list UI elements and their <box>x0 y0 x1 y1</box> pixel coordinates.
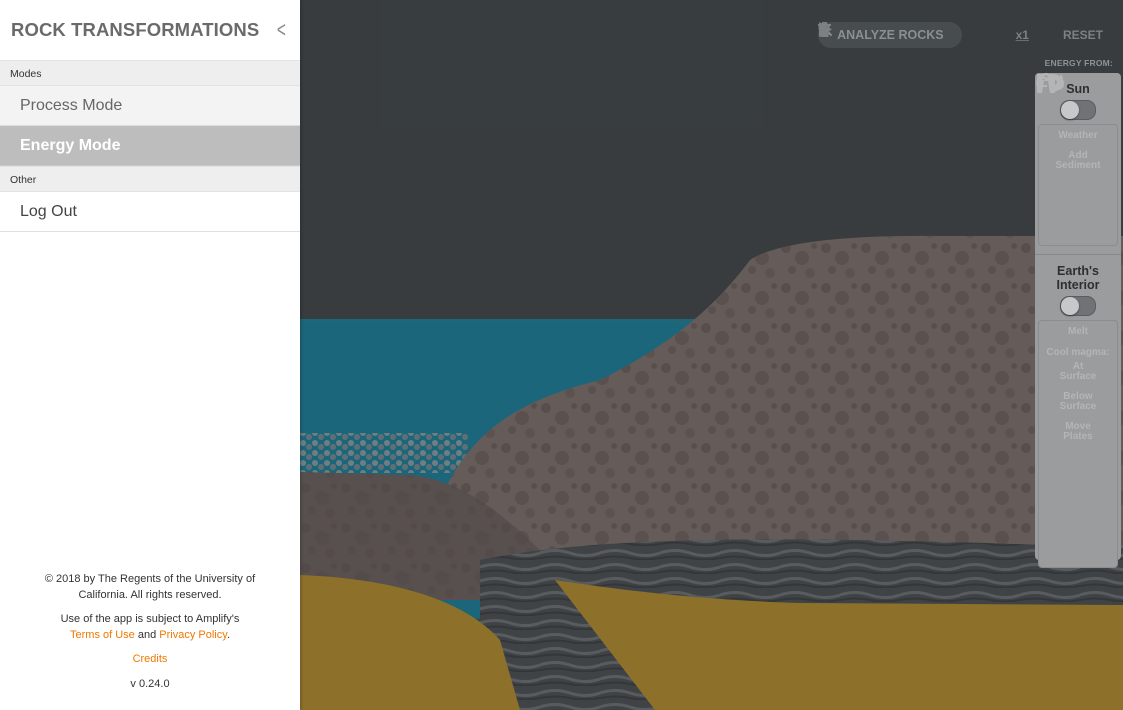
add-sediment-button[interactable]: Add Sediment <box>1037 74 1117 172</box>
scene-toolbar: ANALYZE ROCKS x1 RESET <box>818 22 1103 48</box>
scene-dim-overlay <box>300 0 1123 710</box>
add-sediment-label-2: Sediment <box>1055 160 1101 171</box>
version-text: v 0.24.0 <box>130 677 170 690</box>
cool-at-surface-button[interactable]: At Surface <box>1037 73 1117 383</box>
terms-notice: Use of the app is subject to Amplify's T… <box>0 612 300 643</box>
weather-label: Weather <box>1058 130 1098 141</box>
credits-link[interactable]: Credits <box>0 652 300 668</box>
and-text: and <box>137 628 157 641</box>
speed-button[interactable]: x1 <box>1016 28 1029 42</box>
sun-toggle[interactable] <box>1060 100 1096 120</box>
section-label-modes: Modes <box>0 60 300 86</box>
at-surface-label-2: Surface <box>1059 371 1097 382</box>
app-title: ROCK TRANSFORMATIONS <box>11 19 260 40</box>
analyze-rocks-button[interactable]: ANALYZE ROCKS <box>818 22 962 48</box>
terms-of-use-link[interactable]: Terms of Use <box>70 629 135 641</box>
terms-prefix: Use of the app is subject to Amplify's <box>60 613 240 625</box>
melt-label: Melt <box>1068 326 1088 337</box>
sidebar-item-log-out[interactable]: Log Out <box>0 192 300 232</box>
panel-divider <box>1035 254 1121 255</box>
melt-button[interactable]: Melt <box>1036 74 1117 338</box>
sidebar-item-energy-mode[interactable]: Energy Mode <box>0 126 300 166</box>
cool-below-surface-button[interactable]: Below Surface <box>1037 74 1117 413</box>
interior-toggle[interactable] <box>1060 296 1096 316</box>
sidebar-item-process-mode[interactable]: Process Mode <box>0 86 300 126</box>
energy-panel: Sun Weather Add Sediment Earth's Interio… <box>1035 73 1121 568</box>
cool-magma-label: Cool magma: <box>1046 346 1110 358</box>
weather-button[interactable]: Weather <box>1036 73 1117 142</box>
sun-actions-group: Weather Add Sediment <box>1036 73 1118 246</box>
reset-label: RESET <box>1062 28 1103 42</box>
interior-toggle-knob <box>1061 297 1079 315</box>
collapse-sidebar-icon[interactable]: < <box>277 19 286 41</box>
interior-actions-group: Melt Cool magma: At Surface Below Surfac… <box>1036 73 1118 568</box>
sidebar-header: ROCK TRANSFORMATIONS < <box>0 0 300 60</box>
move-plates-label-2: Plates <box>1063 431 1093 442</box>
rock-scene[interactable]: ANALYZE ROCKS x1 RESET ENERGY FROM: Sun <box>300 0 1123 710</box>
earths-interior-title-1: Earth's <box>1057 264 1099 278</box>
earths-interior-title-2: Interior <box>1056 278 1100 292</box>
period-text: . <box>226 628 230 641</box>
energy-from-heading: ENERGY FROM: <box>1044 58 1113 68</box>
privacy-policy-link[interactable]: Privacy Policy <box>159 629 227 641</box>
earths-interior-title: Earth's Interior <box>1035 264 1121 292</box>
move-plates-label-1: Move <box>1065 420 1091 432</box>
sidebar-footer: © 2018 by The Regents of the University … <box>0 572 300 692</box>
move-plates-button[interactable]: Move Plates <box>1037 74 1117 443</box>
copyright-text: © 2018 by The Regents of the University … <box>44 573 256 601</box>
reset-button[interactable]: RESET <box>818 22 1103 42</box>
sidebar: ROCK TRANSFORMATIONS < Modes Process Mod… <box>0 0 300 710</box>
below-surface-label-1: Below <box>1063 390 1093 402</box>
analyze-rocks-label: ANALYZE ROCKS <box>837 28 944 42</box>
at-surface-label-1: At <box>1072 360 1084 372</box>
section-label-other: Other <box>0 166 300 192</box>
add-sediment-label-1: Add <box>1068 149 1088 161</box>
below-surface-label-2: Surface <box>1059 401 1097 412</box>
sun-toggle-knob <box>1061 101 1079 119</box>
